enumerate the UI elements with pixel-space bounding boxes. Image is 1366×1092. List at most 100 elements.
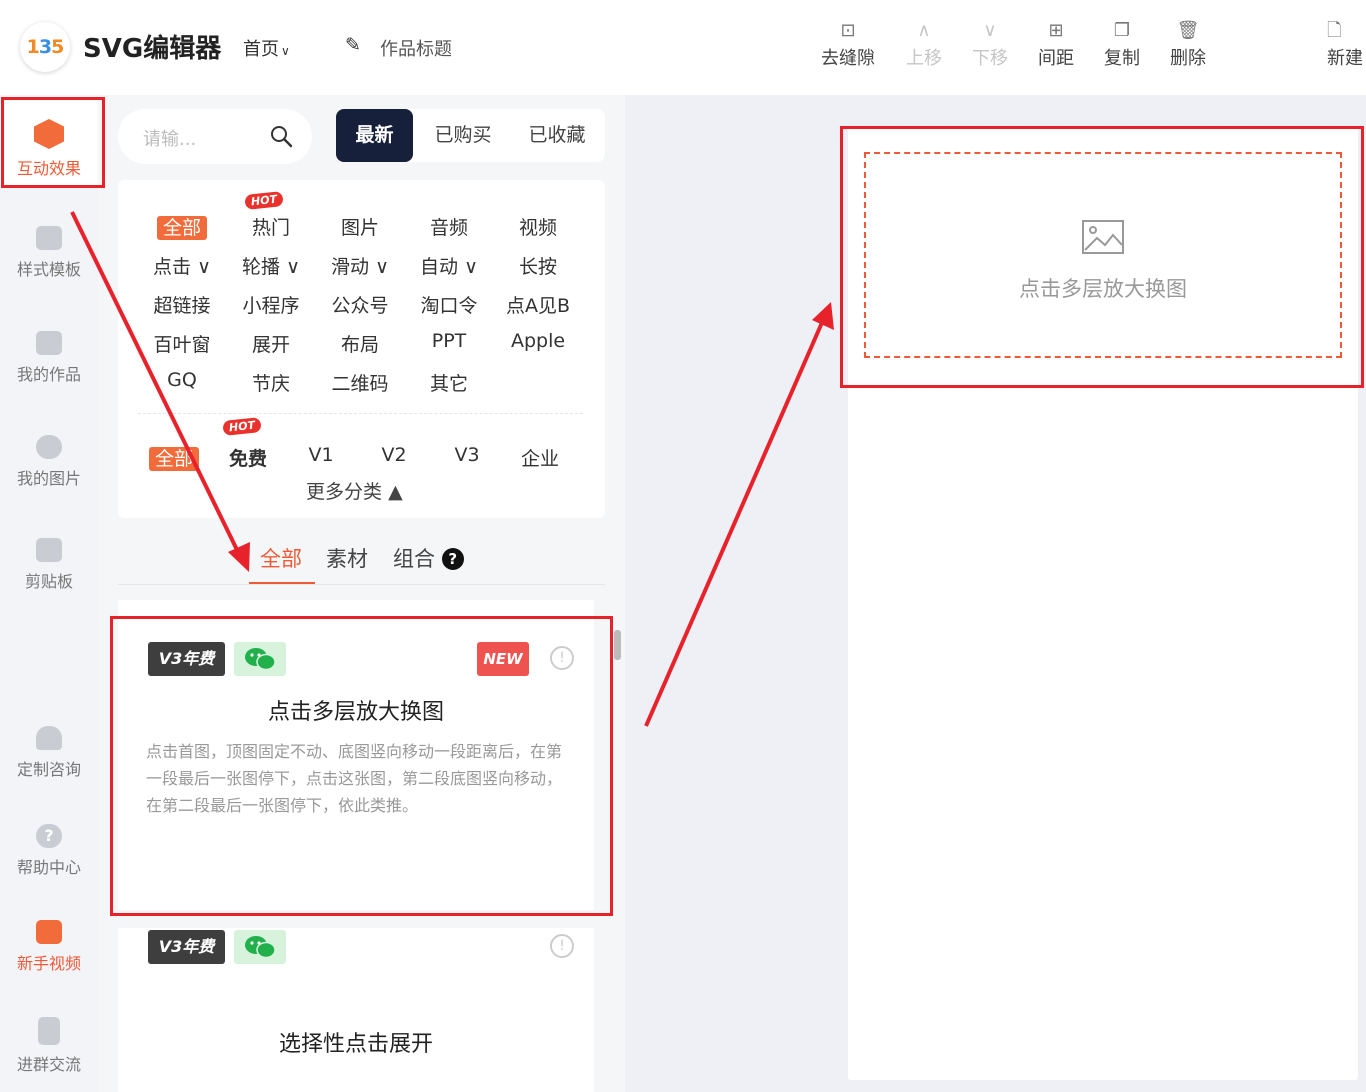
tab-purchased[interactable]: 已购买 (421, 109, 505, 162)
chevron-down-icon: ∨ (281, 44, 290, 58)
info-icon[interactable]: ! (550, 934, 574, 958)
tier-v3[interactable]: V3 (427, 444, 507, 466)
category-all[interactable]: 全部 (142, 213, 222, 240)
app-title: SVG编辑器 (83, 34, 222, 64)
chevron-down-icon: ∨ (983, 20, 997, 41)
subtab-all[interactable]: 全部 (260, 543, 302, 573)
remove-gap-icon: ⊡ (840, 20, 856, 41)
arrowhead-icon (812, 302, 834, 330)
clipboard-icon (36, 538, 62, 562)
tier-label: 全部 (148, 447, 199, 471)
panel-scrollbar[interactable] (612, 600, 622, 1090)
tab-favorites[interactable]: 已收藏 (514, 109, 600, 162)
chevron-down-icon: ∨ (369, 256, 389, 278)
spacing-button[interactable]: ⊞ 间距 (1023, 18, 1089, 70)
category-audio[interactable]: 音频 (409, 213, 489, 240)
wechat-icon (245, 936, 276, 959)
category-other[interactable]: 其它 (409, 369, 489, 396)
rail-item-my-works[interactable]: 我的作品 (0, 331, 98, 385)
category-gq[interactable]: GQ (142, 369, 222, 391)
category-carousel[interactable]: 轮播 ∨ (231, 252, 311, 279)
rail-label: 我的作品 (16, 365, 81, 384)
rail-item-my-images[interactable]: 我的图片 (0, 435, 98, 489)
category-auto[interactable]: 自动 ∨ (409, 252, 489, 279)
rail-item-help-center[interactable]: ? 帮助中心 (0, 824, 98, 878)
trash-icon: 🗑 (1176, 20, 1200, 41)
new-file-icon: 🗋 (1327, 20, 1342, 41)
category-label: 轮播 (242, 256, 281, 278)
rail-item-join-group[interactable]: 进群交流 (0, 1017, 98, 1075)
category-click[interactable]: 点击 ∨ (142, 252, 222, 279)
category-official-account[interactable]: 公众号 (320, 291, 400, 318)
spacing-label: 间距 (1038, 48, 1074, 69)
rail-item-style-templates[interactable]: 样式模板 (0, 226, 98, 280)
card-title: 选择性点击展开 (278, 1032, 433, 1057)
annotation-arrow (644, 317, 826, 727)
rail-label: 进群交流 (16, 1055, 81, 1074)
category-label: 全部 (156, 216, 207, 240)
copy-label: 复制 (1104, 48, 1140, 69)
rail-label: 我的图片 (16, 469, 81, 488)
move-down-label: 下移 (972, 48, 1008, 69)
category-label: 点击 (153, 256, 192, 278)
chevron-up-icon: ∧ (917, 20, 931, 41)
wechat-badge (234, 930, 286, 964)
category-longpress[interactable]: 长按 (498, 252, 578, 279)
v3-annual-badge: V3年费 (148, 930, 225, 964)
search-icon[interactable] (269, 124, 293, 148)
delete-button[interactable]: 🗑 删除 (1155, 18, 1221, 70)
move-down-button[interactable]: ∨ 下移 (957, 18, 1023, 70)
rail-item-custom-consult[interactable]: 定制咨询 (0, 726, 98, 780)
rail-label: 定制咨询 (16, 760, 81, 779)
search-input[interactable]: 请输... (143, 125, 196, 151)
subtab-material[interactable]: 素材 (326, 543, 368, 573)
tier-all[interactable]: 全部 (134, 444, 214, 471)
category-festival[interactable]: 节庆 (231, 369, 311, 396)
tier-enterprise[interactable]: 企业 (500, 444, 580, 471)
help-icon: ? (36, 824, 62, 848)
category-layout[interactable]: 布局 (320, 330, 400, 357)
tier-free[interactable]: 免费 (208, 444, 288, 471)
copy-button[interactable]: ❐ 复制 (1089, 18, 1155, 70)
work-title-input[interactable]: 作品标题 (380, 35, 452, 61)
tier-v2[interactable]: V2 (354, 444, 434, 466)
category-hyperlink[interactable]: 超链接 (142, 291, 222, 318)
rail-item-clipboard[interactable]: 剪贴板 (0, 538, 98, 592)
category-video[interactable]: 视频 (498, 213, 578, 240)
caret-up-icon: ▲ (388, 481, 403, 503)
spacing-icon: ⊞ (1048, 20, 1064, 41)
more-categories-toggle[interactable]: 更多分类 ▲ (306, 477, 403, 504)
category-apple[interactable]: Apple (498, 330, 578, 352)
category-ppt[interactable]: PPT (409, 330, 489, 352)
new-button[interactable]: 🗋 新建 (1314, 18, 1366, 70)
folder-icon (36, 331, 62, 355)
category-slide[interactable]: 滑动 ∨ (320, 252, 400, 279)
tab-latest[interactable]: 最新 (336, 109, 413, 162)
category-blinds[interactable]: 百叶窗 (142, 330, 222, 357)
rail-label: 剪贴板 (24, 572, 73, 591)
rail-label: 帮助中心 (16, 858, 81, 877)
question-icon[interactable]: ? (441, 548, 464, 570)
scrollbar-thumb[interactable] (614, 630, 621, 660)
move-up-button[interactable]: ∧ 上移 (891, 18, 957, 70)
category-label: 自动 (420, 256, 459, 278)
category-image[interactable]: 图片 (320, 213, 400, 240)
category-hot[interactable]: 热门 (231, 213, 311, 240)
remove-gap-button[interactable]: ⊡ 去缝隙 (815, 18, 881, 70)
rail-item-beginner-video[interactable]: 新手视频 (0, 920, 98, 974)
category-taobao-code[interactable]: 淘口令 (409, 291, 489, 318)
app-logo[interactable]: 135 (20, 22, 70, 72)
nav-home-dropdown[interactable]: 首页 ∨ (243, 35, 290, 61)
category-miniprogram[interactable]: 小程序 (231, 291, 311, 318)
subtab-combo[interactable]: 组合 ? (393, 543, 464, 573)
pencil-icon[interactable]: ✎ (345, 34, 361, 56)
filter-divider (138, 413, 583, 414)
chevron-down-icon: ∨ (280, 256, 300, 278)
tier-v1[interactable]: V1 (281, 444, 361, 466)
document-icon (38, 1017, 60, 1045)
highlight-box (110, 616, 613, 916)
category-expand[interactable]: 展开 (231, 330, 311, 357)
category-a-reveals-b[interactable]: 点A见B (498, 291, 578, 318)
category-qrcode[interactable]: 二维码 (320, 369, 400, 396)
headset-icon (36, 726, 62, 750)
